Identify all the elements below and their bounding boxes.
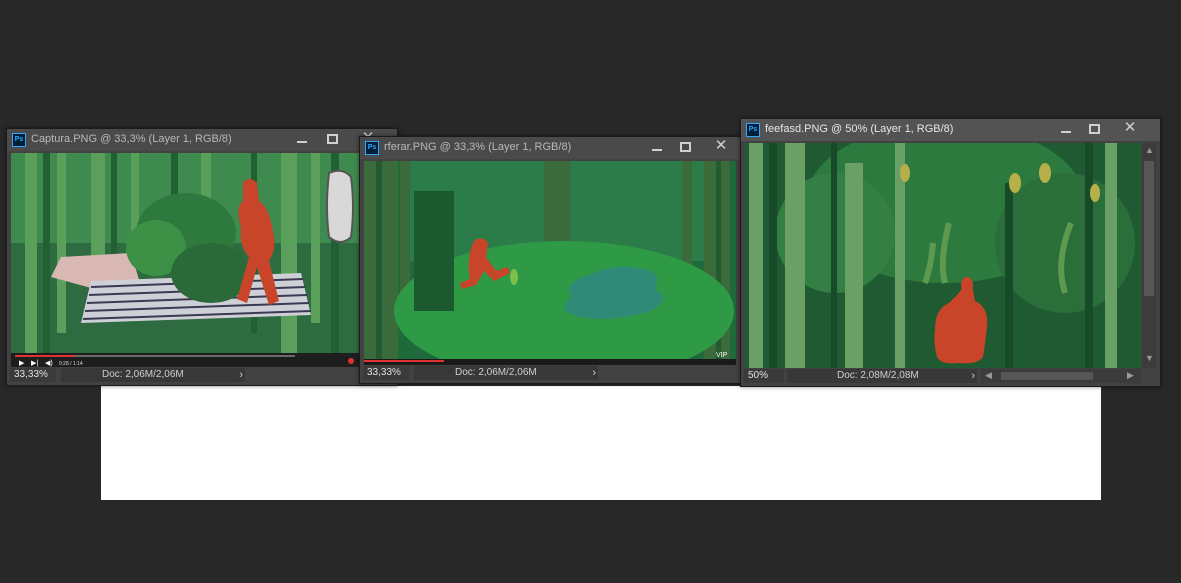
status-bar: 33,33% Doc: 2,06M/2,06M › (7, 367, 397, 385)
close-button[interactable]: ✕ (706, 137, 736, 157)
maximize-icon (327, 134, 338, 144)
status-bar: 50% Doc: 2,08M/2,08M › ◀ ▶ (741, 368, 1160, 386)
document-window-captura[interactable]: Ps Captura.PNG @ 33,3% (Layer 1, RGB/8) … (6, 128, 398, 386)
jungle-illustration (745, 143, 1141, 368)
chevron-up-icon[interactable]: ▲ (1145, 145, 1154, 155)
window-title: rferar.PNG @ 33,3% (Layer 1, RGB/8) (384, 141, 572, 153)
minimize-button[interactable] (287, 129, 317, 149)
close-button[interactable]: ✕ (1115, 119, 1145, 139)
doc-info-field[interactable]: Doc: 2,06M/2,06M › (61, 368, 245, 382)
chevron-right-icon[interactable]: › (239, 368, 243, 382)
watermark-text: VIP (716, 352, 728, 359)
close-icon: ✕ (1123, 119, 1137, 136)
window-title: Captura.PNG @ 33,3% (Layer 1, RGB/8) (31, 133, 232, 145)
minimize-button[interactable] (1051, 119, 1081, 139)
minimize-icon (1061, 131, 1071, 133)
ps-app-icon: Ps (746, 123, 760, 137)
maximize-button[interactable] (317, 129, 347, 149)
image-canvas[interactable] (745, 143, 1141, 368)
chevron-right-icon[interactable]: ▶ (1127, 370, 1134, 381)
maximize-icon (1089, 124, 1100, 134)
minimize-button[interactable] (642, 137, 672, 157)
forest-illustration: ▶ ▶| ◀) 0:28 / 1:14 (11, 153, 393, 367)
document-window-feefasd[interactable]: Ps feefasd.PNG @ 50% (Layer 1, RGB/8) ✕ (740, 118, 1161, 387)
scrollbar-thumb[interactable] (1144, 161, 1154, 296)
image-canvas[interactable]: ▶ ▶| ◀) 0:28 / 1:14 (11, 153, 393, 367)
maximize-button[interactable] (670, 137, 700, 157)
doc-info-field[interactable]: Doc: 2,08M/2,08M › (787, 369, 977, 383)
zoom-level-field[interactable]: 33,33% (10, 368, 56, 382)
window-titlebar[interactable]: Ps rferar.PNG @ 33,3% (Layer 1, RGB/8) ✕ (360, 137, 740, 159)
doc-info-field[interactable]: Doc: 2,06M/2,06M › (414, 366, 598, 380)
document-canvas-background (101, 386, 1101, 500)
doc-size-text: Doc: 2,06M/2,06M (455, 367, 537, 378)
play-icon: ▶ (19, 360, 25, 367)
image-canvas[interactable]: VIP (364, 161, 736, 365)
vertical-scrollbar[interactable]: ▲ ▼ (1142, 143, 1156, 368)
maximize-icon (680, 142, 691, 152)
chevron-left-icon[interactable]: ◀ (985, 370, 992, 381)
zoom-level-field[interactable]: 50% (744, 369, 784, 383)
ps-app-icon: Ps (365, 141, 379, 155)
doc-size-text: Doc: 2,08M/2,08M (837, 370, 919, 381)
maximize-button[interactable] (1079, 119, 1109, 139)
chevron-down-icon[interactable]: ▼ (1145, 353, 1154, 363)
doc-size-text: Doc: 2,06M/2,06M (102, 369, 184, 380)
volume-icon: ◀) (45, 360, 53, 367)
ps-app-icon: Ps (12, 133, 26, 147)
scrollbar-thumb[interactable] (1001, 372, 1093, 380)
minimize-icon (652, 149, 662, 151)
chevron-right-icon[interactable]: › (592, 366, 596, 380)
next-icon: ▶| (31, 360, 38, 367)
close-icon: ✕ (714, 137, 728, 154)
minimize-icon (297, 141, 307, 143)
document-window-rferar[interactable]: Ps rferar.PNG @ 33,3% (Layer 1, RGB/8) ✕… (359, 136, 741, 384)
status-bar: 33,33% Doc: 2,06M/2,06M › (360, 365, 740, 383)
clearing-illustration: VIP (364, 161, 736, 365)
window-titlebar[interactable]: Ps Captura.PNG @ 33,3% (Layer 1, RGB/8) … (7, 129, 397, 151)
window-title: feefasd.PNG @ 50% (Layer 1, RGB/8) (765, 123, 954, 135)
chevron-right-icon[interactable]: › (971, 369, 975, 383)
window-titlebar[interactable]: Ps feefasd.PNG @ 50% (Layer 1, RGB/8) ✕ (741, 119, 1160, 141)
horizontal-scrollbar[interactable]: ◀ ▶ (981, 369, 1141, 383)
zoom-level-field[interactable]: 33,33% (363, 366, 409, 380)
